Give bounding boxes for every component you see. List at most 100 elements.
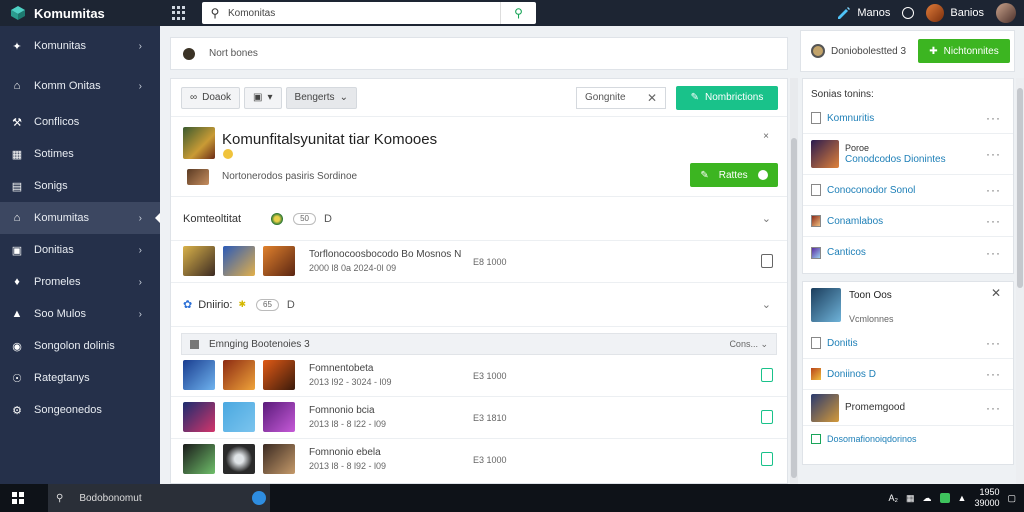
new-post-button[interactable]: ✎ Nombrictions xyxy=(676,85,778,110)
house-icon: ⌂ xyxy=(13,212,21,224)
chevron-down-icon: ▾ xyxy=(267,92,273,103)
list-item[interactable]: Conoconodor Sonol ··· xyxy=(803,175,1013,206)
sidebar-item-label: Komunitas xyxy=(34,40,86,52)
list-item[interactable]: Komnuritis ··· xyxy=(803,103,1013,134)
more-icon[interactable]: ··· xyxy=(986,214,1001,228)
user-menu-banios[interactable]: Banios xyxy=(926,4,984,22)
more-icon[interactable]: ··· xyxy=(986,401,1001,415)
clear-icon[interactable]: ✕ xyxy=(647,91,657,105)
list-item[interactable]: Conamlabos ··· xyxy=(803,206,1013,237)
sidebar-item-komumitas-active[interactable]: ⌂ Komumitas › xyxy=(0,202,160,234)
taskbar-search[interactable]: ⚲ Bodobonomut xyxy=(48,484,270,512)
thumbnail xyxy=(263,402,295,432)
more-icon[interactable]: ··· xyxy=(986,367,1001,381)
plus-icon: ✎ xyxy=(690,92,700,103)
featured-title[interactable]: Komunfitalsyunitat tiar Komooes xyxy=(222,131,437,148)
font-icon[interactable]: A₂ xyxy=(889,493,899,503)
list-item[interactable]: Donitis ··· xyxy=(803,328,1013,359)
chevron-down-icon[interactable]: ⌄ xyxy=(762,298,771,311)
sort-dropdown[interactable]: Bengerts ⌄ xyxy=(285,86,357,109)
section-header-2[interactable]: ✿ Dniirio: ✱ 65 D ⌄ xyxy=(171,283,787,327)
sidebar-item-komm-onitas[interactable]: ⌂ Komm Onitas › xyxy=(0,66,160,106)
right-scrollbar[interactable] xyxy=(1016,78,1024,484)
gear-icon: ⚙ xyxy=(12,404,22,417)
section-header-1[interactable]: Komteoltitat 50 D ⌄ xyxy=(171,197,787,241)
group-header[interactable]: Emnging Bootenoies 3 Cons... ⌄ xyxy=(181,333,777,355)
search-input[interactable]: Komonitas xyxy=(228,8,500,19)
profile-button[interactable] xyxy=(996,3,1024,23)
list-item[interactable]: Poroe Conodcodos Dionintes ··· xyxy=(803,134,1013,175)
view-toggle-button[interactable]: ∞ Doaok xyxy=(181,86,241,109)
list-item[interactable]: Fomnonio bcia 2013 l8 - 8 l22 - l09 E3 1… xyxy=(171,397,787,439)
puzzle-icon: ✦ xyxy=(12,40,22,53)
post-placeholder[interactable]: Nort bones xyxy=(209,48,258,59)
green-app-icon[interactable] xyxy=(939,493,950,503)
sidebar-item-rategtanys[interactable]: ☉ Rategtanys xyxy=(0,362,160,394)
layout-dropdown[interactable]: ▣ ▾ xyxy=(244,86,282,109)
search-button[interactable]: ⚲ xyxy=(500,2,536,24)
sidebar-item-label: Soo Mulos xyxy=(34,308,86,320)
more-icon[interactable]: ··· xyxy=(986,111,1001,125)
sidebar-item-songeonedos[interactable]: ⚙ Songeonedos xyxy=(0,394,160,426)
user-menu-manos[interactable]: Manos xyxy=(837,6,890,20)
chevron-right-icon: › xyxy=(138,212,142,224)
more-icon[interactable]: ··· xyxy=(986,246,1001,260)
checkbox-icon xyxy=(811,184,821,196)
filter-input[interactable]: Gongnite ✕ xyxy=(576,86,666,109)
thumbnail xyxy=(263,246,295,276)
sidebar-item-sotimes[interactable]: ▦ Sotimes xyxy=(0,138,160,170)
more-icon[interactable]: ··· xyxy=(986,183,1001,197)
document-icon xyxy=(811,112,821,124)
wrench-icon: ⚒ xyxy=(12,116,22,129)
sidebar-item-label: Komm Onitas xyxy=(34,80,101,92)
sidebar-item-label: Komumitas xyxy=(34,212,90,224)
featured-pin-icon[interactable]: × xyxy=(763,131,769,142)
close-icon[interactable]: ✕ xyxy=(991,286,1001,300)
sidebar-item-songolon[interactable]: ◉ Songolon dolinis xyxy=(0,330,160,362)
list-item[interactable]: Doniinos D ··· xyxy=(803,359,1013,390)
chevron-right-icon: › xyxy=(138,276,142,288)
app-brand[interactable]: Komumitas xyxy=(0,5,160,21)
sidebar-item-promeles[interactable]: ♦ Promeles › xyxy=(0,266,160,298)
bag-icon[interactable] xyxy=(761,254,773,268)
clock-icon xyxy=(902,7,915,19)
chevron-down-icon[interactable]: ⌄ xyxy=(762,212,771,225)
sidebar-item-label: Donitias xyxy=(34,244,74,256)
thumbnail xyxy=(811,140,839,168)
sidebar-item-label: Sonigs xyxy=(34,180,68,192)
bag-icon[interactable] xyxy=(761,410,773,424)
sidebar-item-donitias[interactable]: ▣ Donitias › xyxy=(0,234,160,266)
card-footer-link[interactable]: Dosomafionoiqdorinos xyxy=(803,426,1013,452)
grid-icon[interactable]: ▦ xyxy=(906,493,915,504)
bag-icon[interactable] xyxy=(761,368,773,382)
cloud-icon[interactable]: ☁ xyxy=(923,493,932,504)
list-item[interactable]: Torflonocoosbocodo Bo Mosnos N 2000 l8 0… xyxy=(171,241,787,283)
feed-toolbar: ∞ Doaok ▣ ▾ Bengerts ⌄ Gongnite ✕ ✎ Nomb… xyxy=(171,79,787,117)
main-scrollbar[interactable] xyxy=(790,78,798,484)
clock[interactable]: 1950 39000 xyxy=(974,487,999,509)
team-card-header: Toon Oos Vcmlonnes ✕ xyxy=(803,282,1013,328)
edge-browser-icon[interactable] xyxy=(252,491,266,505)
sidebar-item-komunitas[interactable]: ✦ Komunitas › xyxy=(0,26,160,66)
sidebar-item-sonigs[interactable]: ▤ Sonigs xyxy=(0,170,160,202)
bag-icon[interactable] xyxy=(761,452,773,466)
list-item[interactable]: Fomnentobeta 2013 l92 - 3024 - l09 E3 10… xyxy=(171,355,787,397)
sidebar-item-label: Songolon dolinis xyxy=(34,340,115,352)
apps-grid-icon[interactable] xyxy=(172,6,186,20)
sidebar-item-conflicos[interactable]: ⚒ Conflicos xyxy=(0,106,160,138)
notification-icon[interactable]: ▢ xyxy=(1007,493,1016,504)
join-button[interactable]: ✚ Nichtonnites xyxy=(918,39,1010,63)
list-item[interactable]: Promemgood ··· xyxy=(803,390,1013,426)
list-item[interactable]: Canticos ··· xyxy=(803,237,1013,268)
list-item[interactable]: Fomnonio ebela 2013 l8 - 8 l92 - l09 E3 … xyxy=(171,439,787,481)
post-composer[interactable]: Nort bones xyxy=(170,37,788,70)
featured-action-button[interactable]: ✎ Rattes xyxy=(690,163,778,187)
more-icon[interactable]: ··· xyxy=(986,336,1001,350)
sidebar-item-soo-mulos[interactable]: ▲ Soo Mulos › xyxy=(0,298,160,330)
clock-button[interactable] xyxy=(902,7,915,19)
windows-start-icon[interactable] xyxy=(12,492,24,504)
circle-icon xyxy=(757,170,768,180)
search-bar[interactable]: ⚲ Komonitas ⚲ xyxy=(202,2,536,24)
more-icon[interactable]: ··· xyxy=(986,147,1001,161)
network-icon[interactable]: ▲ xyxy=(958,493,967,503)
